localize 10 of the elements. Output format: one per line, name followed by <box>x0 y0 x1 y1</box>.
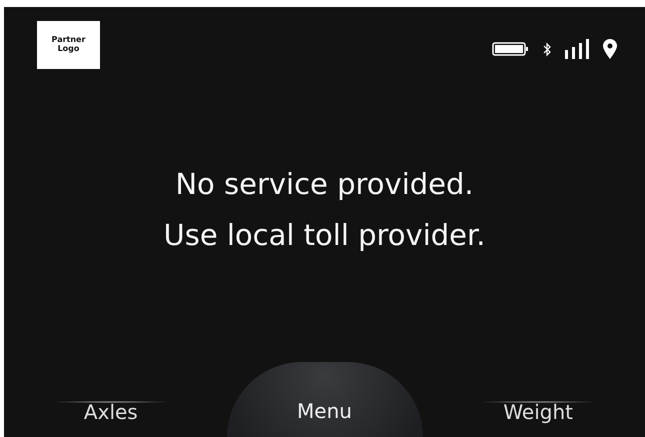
message-text: No service provided. <box>175 166 474 202</box>
location-pin-icon <box>603 39 617 59</box>
signal-icon <box>565 39 589 59</box>
menu-button[interactable]: Menu <box>226 362 422 437</box>
soft-button[interactable]: Axles <box>50 397 171 437</box>
bluetooth-icon <box>543 42 551 56</box>
partner-logo: Partner Logo <box>37 21 100 69</box>
soft-button[interactable]: Weight <box>478 397 598 437</box>
message-text: Use local toll provider. <box>163 216 486 254</box>
battery-icon <box>492 42 529 56</box>
